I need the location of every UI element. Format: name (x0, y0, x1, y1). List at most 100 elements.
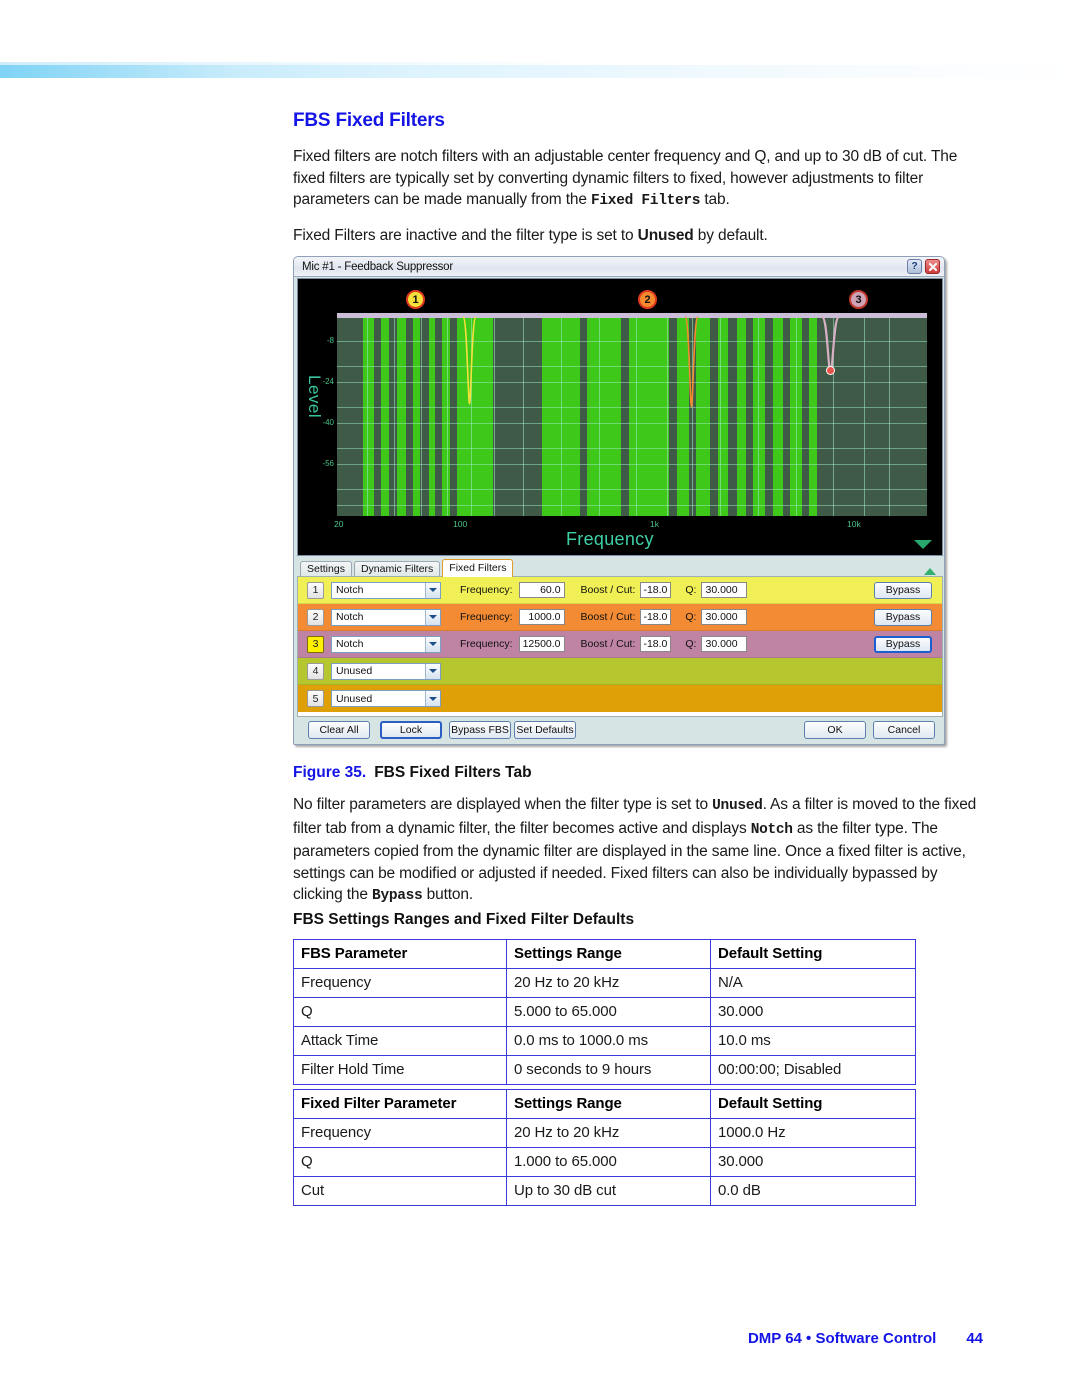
table-cell: Cut (293, 1176, 507, 1206)
q-input[interactable]: 30.000 (701, 582, 748, 598)
chevron-down-icon[interactable] (425, 582, 440, 598)
table-header-row: Fixed Filter Parameter Settings Range De… (293, 1089, 916, 1119)
chevron-down-icon[interactable] (425, 691, 440, 706)
q-input[interactable]: 30.000 (701, 636, 748, 652)
filter-row[interactable]: 4 Unused (298, 658, 942, 685)
frequency-input[interactable]: 60.0 (518, 582, 565, 598)
feedback-suppressor-window: Mic #1 - Feedback Suppressor ? Level Fre… (293, 256, 945, 745)
table-row: Frequency 20 Hz to 20 kHz 1000.0 Hz (293, 1118, 916, 1148)
filter-index-badge[interactable]: 2 (307, 608, 324, 626)
table-cell: Attack Time (293, 1026, 507, 1056)
filter-marker-3[interactable]: 3 (849, 290, 868, 309)
filter-type-select[interactable]: Notch (331, 608, 441, 626)
boost-cut-input[interactable]: -18.0 (640, 582, 672, 598)
chart-plot-area (337, 313, 927, 516)
filter-marker-1[interactable]: 1 (406, 290, 425, 309)
table-cell: Frequency (293, 1118, 507, 1148)
filter-marker-1-label: 1 (412, 293, 419, 306)
ok-button[interactable]: OK (804, 721, 866, 739)
set-defaults-button[interactable]: Set Defaults (514, 721, 576, 739)
table-header-row: FBS Parameter Settings Range Default Set… (293, 939, 916, 969)
table-cell: 1000.0 Hz (710, 1118, 916, 1148)
bypass-button[interactable]: Bypass (874, 608, 932, 626)
filter-index-badge[interactable]: 5 (307, 690, 324, 707)
table-cell: 20 Hz to 20 kHz (506, 1118, 711, 1148)
table-cell: N/A (710, 968, 916, 998)
filter-row[interactable]: 2 Notch Frequency: 1000.0 Boost / Cut: -… (298, 604, 942, 631)
filter-type-value: Unused (336, 692, 373, 705)
chevron-down-icon[interactable] (425, 663, 440, 679)
chevron-down-icon[interactable] (425, 636, 440, 652)
tab-settings[interactable]: Settings (300, 561, 352, 577)
desc-mono2: Bypass (372, 888, 423, 904)
table-header-cell: Settings Range (506, 939, 711, 969)
chart-y-tick-2: -40 (322, 418, 334, 427)
bypass-button[interactable]: Bypass (874, 635, 932, 653)
figure-caption: Figure 35. FBS Fixed Filters Tab (293, 764, 532, 782)
filter-type-select[interactable]: Unused (331, 690, 441, 707)
filter-type-select[interactable]: Notch (331, 635, 441, 653)
bypass-fbs-button[interactable]: Bypass FBS (449, 721, 511, 739)
tab-strip: Settings Dynamic Filters Fixed Filters (297, 558, 943, 577)
collapse-graph-icon[interactable] (914, 540, 932, 549)
frequency-response-graph[interactable]: Level Frequency -8 -24 -40 -56 20 100 1k… (297, 278, 943, 556)
table-cell: 30.000 (710, 997, 916, 1027)
tables-heading: FBS Settings Ranges and Fixed Filter Def… (293, 911, 635, 928)
filter-3-handle[interactable] (826, 366, 835, 375)
chevron-down-icon[interactable] (425, 609, 440, 625)
table-row: Q 5.000 to 65.000 30.000 (293, 997, 916, 1027)
q-label: Q: (685, 611, 697, 623)
filter-index-badge[interactable]: 3 (307, 635, 324, 653)
filter-marker-3-label: 3 (855, 293, 862, 306)
boost-cut-label: Boost / Cut: (580, 584, 636, 596)
description-paragraph: No filter parameters are displayed when … (293, 794, 983, 908)
figure-title: FBS Fixed Filters Tab (374, 764, 532, 781)
filter-marker-2[interactable]: 2 (638, 290, 657, 309)
boost-cut-input[interactable]: -18.0 (640, 609, 672, 625)
chart-x-axis-label: Frequency (566, 529, 654, 549)
fbs-settings-table-wrap: FBS Parameter Settings Range Default Set… (293, 939, 916, 1085)
close-icon[interactable] (925, 259, 940, 274)
help-icon[interactable]: ? (907, 259, 922, 274)
filter-row[interactable]: 5 Unused (298, 685, 942, 712)
boost-cut-input[interactable]: -18.0 (640, 636, 672, 652)
lock-button[interactable]: Lock (380, 721, 442, 739)
desc-d: button. (422, 886, 474, 903)
table-cell: 0.0 ms to 1000.0 ms (506, 1026, 711, 1056)
frequency-input[interactable]: 1000.0 (518, 609, 565, 625)
figure-screenshot: Mic #1 - Feedback Suppressor ? Level Fre… (293, 256, 945, 745)
chart-y-tick-1: -24 (322, 377, 334, 386)
clear-all-button[interactable]: Clear All (308, 721, 370, 739)
window-title-bar[interactable]: Mic #1 - Feedback Suppressor ? (294, 257, 944, 277)
fixed-filter-table-wrap: Fixed Filter Parameter Settings Range De… (293, 1089, 916, 1206)
filter-index-badge[interactable]: 1 (307, 581, 324, 599)
cancel-button[interactable]: Cancel (873, 721, 935, 739)
intro-p1-text-b: tab. (700, 191, 730, 208)
table-row: Attack Time 0.0 ms to 1000.0 ms 10.0 ms (293, 1026, 916, 1056)
bypass-button[interactable]: Bypass (874, 581, 932, 599)
chart-y-tick-0: -8 (326, 336, 334, 345)
chart-x-tick-2: 1k (650, 519, 659, 529)
post-figure-content: No filter parameters are displayed when … (293, 794, 983, 920)
header-accent-band (0, 65, 1080, 78)
tab-dynamic-filters[interactable]: Dynamic Filters (353, 561, 441, 577)
boost-cut-label: Boost / Cut: (580, 638, 636, 650)
filter-type-select[interactable]: Notch (331, 581, 441, 599)
expand-graph-icon[interactable] (924, 568, 936, 575)
help-icon-glyph: ? (911, 261, 918, 272)
table-cell: 0 seconds to 9 hours (506, 1055, 711, 1085)
filter-row[interactable]: 3 Notch Frequency: 12500.0 Boost / Cut: … (298, 631, 942, 658)
filter-type-select[interactable]: Unused (331, 662, 441, 680)
frequency-input[interactable]: 12500.0 (518, 636, 565, 652)
table-cell: 20 Hz to 20 kHz (506, 968, 711, 998)
window-controls: ? (907, 259, 940, 274)
fixed-filter-list: 1 Notch Frequency: 60.0 Boost / Cut: -18… (297, 576, 943, 717)
filter-index-badge[interactable]: 4 (307, 662, 324, 680)
q-input[interactable]: 30.000 (701, 609, 748, 625)
q-label: Q: (685, 584, 697, 596)
tab-fixed-filters[interactable]: Fixed Filters (442, 559, 514, 577)
fixed-filter-table: Fixed Filter Parameter Settings Range De… (293, 1089, 916, 1206)
chart-x-tick-1: 100 (453, 519, 468, 529)
filter-row[interactable]: 1 Notch Frequency: 60.0 Boost / Cut: -18… (298, 577, 942, 604)
desc-a: No filter parameters are displayed when … (293, 796, 713, 813)
